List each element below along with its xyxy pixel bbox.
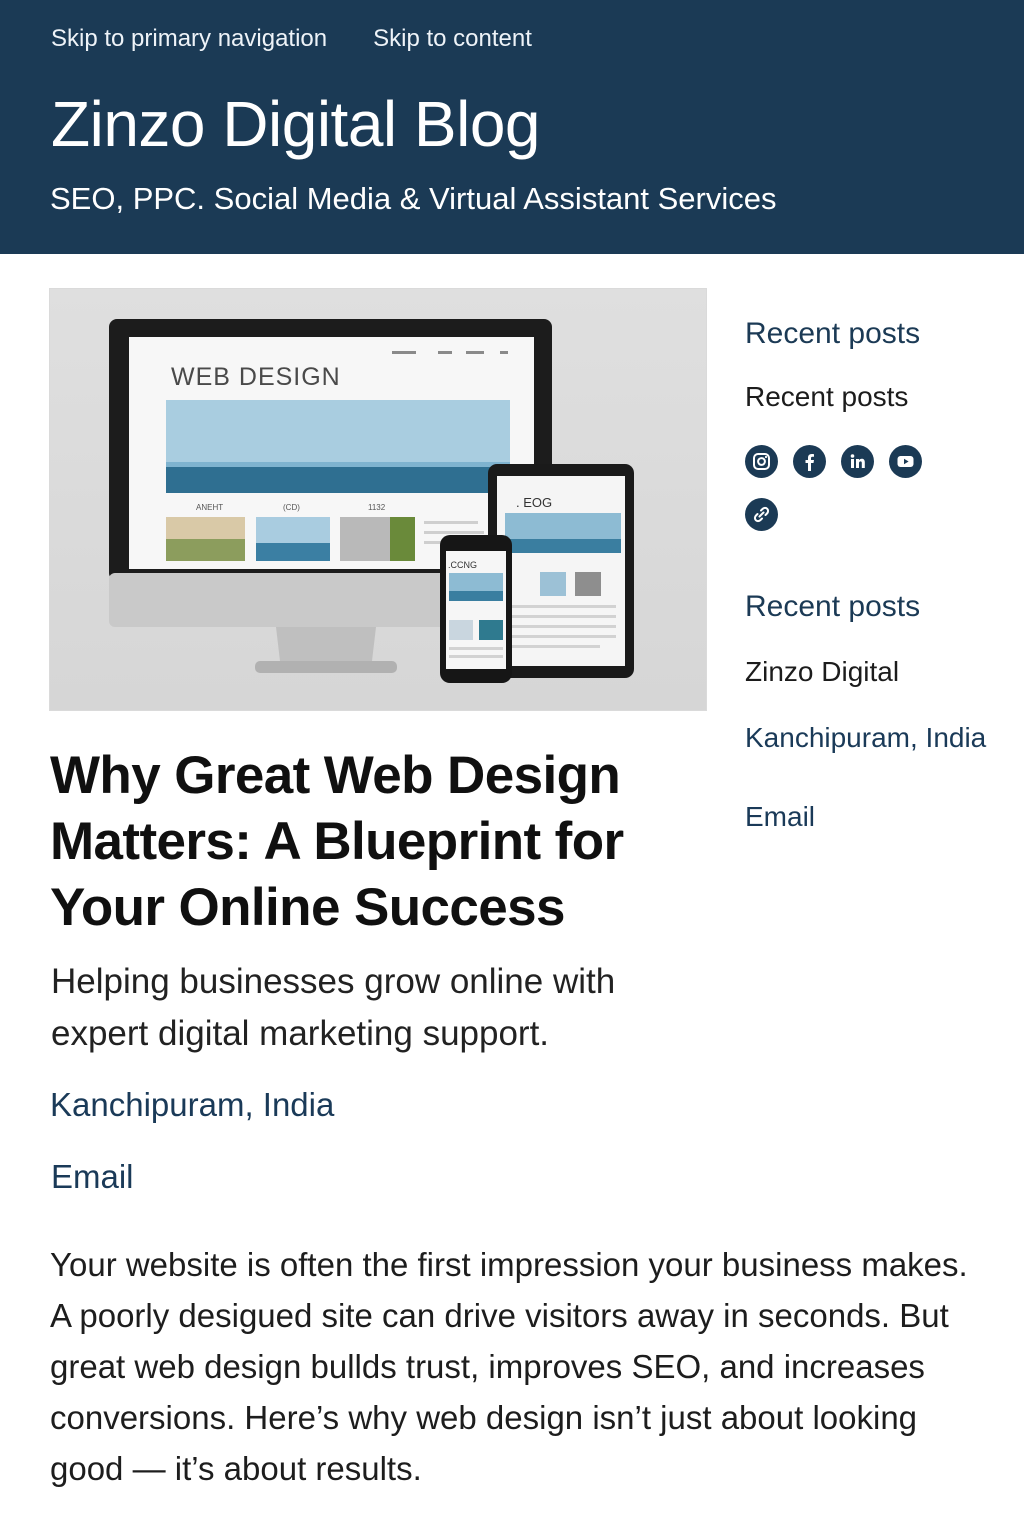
skip-to-navigation-link[interactable]: Skip to primary navigation xyxy=(51,22,327,56)
post-title[interactable]: Why Great Web Design Matters: A Blueprin… xyxy=(50,743,690,941)
instagram-icon[interactable] xyxy=(745,445,778,478)
linkedin-icon[interactable] xyxy=(841,445,874,478)
widget-title-recent-posts-2: Recent posts xyxy=(745,590,921,623)
devices-illustration: WEB DESIGN ANEHT (CD) 1132 . EOG .CCNG xyxy=(109,319,634,683)
sidebar-company-name: Zinzo Digital xyxy=(745,656,900,687)
post-location-link[interactable]: Kanchipuram, India xyxy=(50,1083,334,1127)
sidebar-location-link[interactable]: Kanchipuram, India xyxy=(745,718,986,758)
post-body-paragraph: Your website is often the first impressi… xyxy=(50,1246,968,1487)
skip-to-content-link[interactable]: Skip to content xyxy=(373,22,532,56)
site-tagline: SEO, PPC. Social Media & Virtual Assista… xyxy=(50,181,777,216)
desktop-caption-1: ANEHT xyxy=(196,503,223,512)
widget-title-recent-posts: Recent posts xyxy=(745,317,921,350)
sidebar-email-link[interactable]: Email xyxy=(745,797,815,837)
site-title[interactable]: Zinzo Digital Blog xyxy=(51,84,541,164)
phone-device: .CCNG xyxy=(440,535,512,683)
youtube-icon[interactable] xyxy=(889,445,922,478)
skip-links: Skip to primary navigation Skip to conte… xyxy=(51,22,532,56)
post-email-link[interactable]: Email xyxy=(51,1155,134,1199)
social-icons-row xyxy=(745,445,922,478)
site-header: Skip to primary navigation Skip to conte… xyxy=(0,0,1024,254)
featured-image: WEB DESIGN ANEHT (CD) 1132 . EOG .CCNG xyxy=(49,288,707,711)
desktop-screen-heading: WEB DESIGN xyxy=(171,363,341,391)
facebook-icon[interactable] xyxy=(793,445,826,478)
desktop-caption-3: 1132 xyxy=(368,503,386,512)
post-intro: Helping businesses grow online with expe… xyxy=(51,962,616,1053)
link-icon[interactable] xyxy=(745,498,778,531)
tablet-screen-heading: . EOG xyxy=(516,495,552,510)
social-icons-row-2 xyxy=(745,498,778,531)
recent-posts-text[interactable]: Recent posts xyxy=(745,377,908,417)
phone-screen-heading: .CCNG xyxy=(448,560,477,570)
desktop-caption-2: (CD) xyxy=(283,503,300,512)
